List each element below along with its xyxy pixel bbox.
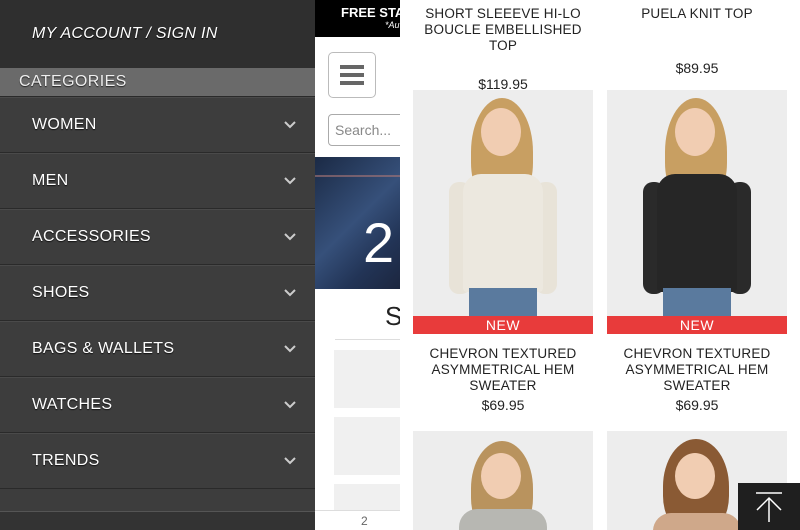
category-label: WATCHES: [32, 396, 113, 413]
navigation-drawer: MY ACCOUNT / SIGN IN CATEGORIES WOMEN ME…: [0, 0, 315, 530]
account-label: MY ACCOUNT / SIGN IN: [32, 25, 218, 42]
chevron-down-icon[interactable]: [283, 398, 297, 412]
category-item-bags-wallets[interactable]: BAGS & WALLETS: [0, 321, 315, 377]
category-item-men[interactable]: MEN: [0, 153, 315, 209]
category-label: MEN: [32, 172, 69, 189]
product-image[interactable]: NEW: [413, 90, 593, 334]
category-label: SHOES: [32, 284, 90, 301]
account-sign-in-link[interactable]: MY ACCOUNT / SIGN IN: [0, 0, 315, 68]
arrow-up-icon: [756, 491, 782, 522]
banner-subtext: *Au: [385, 20, 400, 30]
product-name[interactable]: CHEVRON TEXTURED ASYMMETRICAL HEM SWEATE…: [607, 346, 787, 394]
product-name[interactable]: CHEVRON TEXTURED ASYMMETRICAL HEM SWEATE…: [413, 346, 593, 394]
chevron-down-icon[interactable]: [283, 342, 297, 356]
category-label: BAGS & WALLETS: [32, 340, 175, 357]
category-item-watches[interactable]: WATCHES: [0, 377, 315, 433]
product-name[interactable]: PUELA KNIT TOP: [607, 6, 787, 22]
product-grid: SHORT SLEEEVE HI-LO BOUCLE EMBELLISHED T…: [400, 0, 800, 530]
product-card[interactable]: CHEVRON TEXTURED ASYMMETRICAL HEM SWEATE…: [413, 346, 593, 413]
drawer-bottom-bar: [0, 511, 315, 530]
product-image[interactable]: NEW: [607, 90, 787, 334]
hamburger-menu-icon[interactable]: [328, 52, 376, 98]
product-name[interactable]: SHORT SLEEEVE HI-LO BOUCLE EMBELLISHED T…: [413, 6, 593, 54]
category-item-shoes[interactable]: SHOES: [0, 265, 315, 321]
product-image[interactable]: [413, 431, 593, 530]
product-price: $69.95: [675, 397, 719, 413]
category-item-accessories[interactable]: ACCESSORIES: [0, 209, 315, 265]
hero-number: 2: [363, 211, 395, 274]
category-label: ACCESSORIES: [32, 228, 151, 245]
new-badge: NEW: [607, 316, 787, 334]
categories-header: CATEGORIES: [0, 68, 315, 97]
product-price: $69.95: [481, 397, 525, 413]
banner-text: FREE STA: [341, 5, 405, 20]
category-item-trends[interactable]: TRENDS: [0, 433, 315, 489]
chevron-down-icon[interactable]: [283, 454, 297, 468]
category-item-women[interactable]: WOMEN: [0, 97, 315, 153]
bottom-tab-text: 2: [361, 514, 368, 528]
category-label: TRENDS: [32, 452, 100, 469]
chevron-down-icon[interactable]: [283, 174, 297, 188]
product-card[interactable]: PUELA KNIT TOP $89.95: [607, 6, 787, 76]
categories-header-label: CATEGORIES: [19, 73, 127, 90]
new-badge: NEW: [413, 316, 593, 334]
chevron-down-icon[interactable]: [283, 286, 297, 300]
category-label: WOMEN: [32, 116, 97, 133]
chevron-down-icon[interactable]: [283, 118, 297, 132]
product-card[interactable]: SHORT SLEEEVE HI-LO BOUCLE EMBELLISHED T…: [413, 6, 593, 92]
product-price: $89.95: [675, 60, 719, 76]
product-card[interactable]: CHEVRON TEXTURED ASYMMETRICAL HEM SWEATE…: [607, 346, 787, 413]
back-to-top-button[interactable]: [738, 483, 800, 530]
chevron-down-icon[interactable]: [283, 230, 297, 244]
category-list: WOMEN MEN ACCESSORIES SHOES BAGS & WALLE…: [0, 97, 315, 489]
